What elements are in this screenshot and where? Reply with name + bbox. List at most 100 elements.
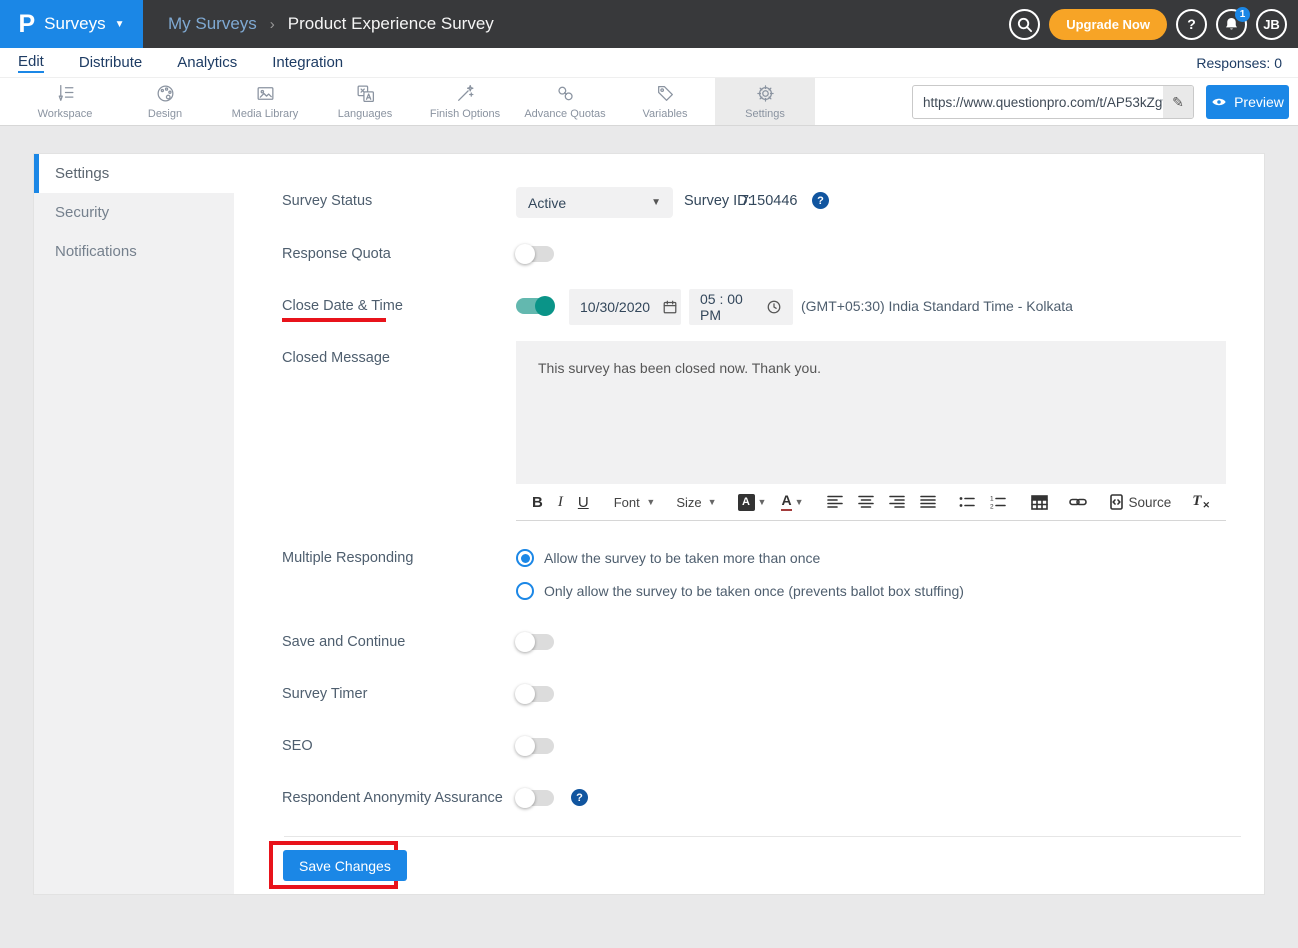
tab-analytics[interactable]: Analytics xyxy=(177,48,237,77)
help-button[interactable]: ? xyxy=(1176,9,1207,40)
text-color-icon: A xyxy=(781,493,791,510)
radio-allow-multiple[interactable] xyxy=(516,549,534,567)
survey-status-select[interactable]: Active ▼ xyxy=(516,187,673,218)
toolbar-item-settings[interactable]: Settings xyxy=(715,78,815,125)
italic-button[interactable]: I xyxy=(558,494,563,511)
align-left-button[interactable] xyxy=(827,495,843,509)
survey-status-label: Survey Status xyxy=(282,193,372,209)
edit-toolbar: Workspace Design Media Library Languages… xyxy=(0,78,1298,126)
tab-edit[interactable]: Edit xyxy=(18,48,44,77)
background-color-button[interactable]: A▼ xyxy=(738,494,767,511)
close-date-time-label: Close Date & Time xyxy=(282,298,403,314)
tab-integration[interactable]: Integration xyxy=(272,48,343,77)
survey-url-field[interactable]: https://www.questionpro.com/t/AP53kZgfo … xyxy=(912,85,1194,119)
sidebar-item-security[interactable]: Security xyxy=(34,193,234,232)
numbered-list-button[interactable]: 12 xyxy=(990,495,1006,509)
brand-menu[interactable]: P Surveys ▼ xyxy=(0,0,143,48)
toolbar-item-advance-quotas[interactable]: Advance Quotas xyxy=(515,78,615,125)
seo-label: SEO xyxy=(282,738,313,754)
sidebar-item-settings[interactable]: Settings xyxy=(34,154,234,193)
chevron-down-icon: ▼ xyxy=(651,197,661,208)
palette-icon xyxy=(155,83,176,104)
close-date-time-toggle[interactable] xyxy=(516,298,554,314)
search-icon xyxy=(1016,16,1033,33)
header-actions: Upgrade Now ? 1 JB xyxy=(1009,9,1287,40)
gear-icon xyxy=(755,83,776,104)
remove-format-icon: T✕ xyxy=(1192,493,1210,511)
breadcrumb-separator-icon: › xyxy=(270,16,275,33)
insert-link-button[interactable] xyxy=(1069,496,1087,508)
table-icon xyxy=(1031,495,1048,510)
notifications-button[interactable]: 1 xyxy=(1216,9,1247,40)
closed-message-textarea[interactable]: This survey has been closed now. Thank y… xyxy=(516,341,1226,484)
settings-panel: Settings Security Notifications Survey S… xyxy=(33,153,1265,895)
toolbar-item-media-library[interactable]: Media Library xyxy=(215,78,315,125)
tag-icon xyxy=(655,83,676,104)
toolbar-item-workspace[interactable]: Workspace xyxy=(15,78,115,125)
respondent-anonymity-label: Respondent Anonymity Assurance xyxy=(282,790,503,806)
radio-allow-multiple-label[interactable]: Allow the survey to be taken more than o… xyxy=(544,550,820,566)
underline-button[interactable]: U xyxy=(578,494,589,511)
radio-only-once-label[interactable]: Only allow the survey to be taken once (… xyxy=(544,583,964,599)
justify-button[interactable] xyxy=(920,495,936,509)
align-right-icon xyxy=(889,495,905,509)
toolbar-item-variables[interactable]: Variables xyxy=(615,78,715,125)
questionpro-logo: P xyxy=(18,12,35,37)
save-changes-button[interactable]: Save Changes xyxy=(283,850,407,881)
align-center-icon xyxy=(858,495,874,509)
chevron-down-icon: ▼ xyxy=(115,19,125,30)
wand-icon xyxy=(455,83,476,104)
chevron-down-icon: ▼ xyxy=(758,497,767,507)
pencil-icon: ✎ xyxy=(1172,94,1184,111)
save-and-continue-label: Save and Continue xyxy=(282,634,405,650)
toolbar-item-design[interactable]: Design xyxy=(115,78,215,125)
survey-timer-label: Survey Timer xyxy=(282,686,367,702)
breadcrumb-current-survey: Product Experience Survey xyxy=(288,14,494,34)
chain-icon xyxy=(555,83,576,104)
size-select[interactable]: Size▼ xyxy=(676,495,716,510)
search-button[interactable] xyxy=(1009,9,1040,40)
response-quota-toggle[interactable] xyxy=(516,246,554,262)
survey-id-value: 7150446 xyxy=(741,193,797,209)
align-right-button[interactable] xyxy=(889,495,905,509)
save-and-continue-toggle[interactable] xyxy=(516,634,554,650)
eye-icon xyxy=(1211,96,1227,108)
respondent-anonymity-toggle[interactable] xyxy=(516,790,554,806)
edit-url-button[interactable]: ✎ xyxy=(1163,86,1193,118)
annotation-underline xyxy=(282,318,386,322)
survey-timer-toggle[interactable] xyxy=(516,686,554,702)
bold-button[interactable]: B xyxy=(532,494,543,511)
survey-nav: Edit Distribute Analytics Integration Re… xyxy=(0,48,1298,78)
upgrade-now-button[interactable]: Upgrade Now xyxy=(1049,9,1167,40)
translate-icon xyxy=(355,83,376,104)
preview-button[interactable]: Preview xyxy=(1206,85,1289,119)
closed-message-editor: This survey has been closed now. Thank y… xyxy=(516,341,1226,521)
avatar[interactable]: JB xyxy=(1256,9,1287,40)
survey-url-value: https://www.questionpro.com/t/AP53kZgfo xyxy=(913,95,1163,110)
sidebar-item-notifications[interactable]: Notifications xyxy=(34,232,234,271)
source-button[interactable]: Source xyxy=(1110,494,1172,510)
radio-only-once[interactable] xyxy=(516,582,534,600)
bulleted-list-button[interactable] xyxy=(959,495,975,509)
align-center-button[interactable] xyxy=(858,495,874,509)
respondent-anonymity-help-icon[interactable]: ? xyxy=(571,789,588,806)
align-left-icon xyxy=(827,495,843,509)
editor-toolbar: B I U Font▼ Size▼ A▼ A▼ xyxy=(516,484,1226,521)
background-color-icon: A xyxy=(738,494,755,511)
close-date-field[interactable]: 10/30/2020 xyxy=(569,289,681,325)
toolbar-item-finish-options[interactable]: Finish Options xyxy=(415,78,515,125)
chevron-down-icon: ▼ xyxy=(708,497,717,507)
svg-text:1: 1 xyxy=(990,496,994,503)
chevron-down-icon: ▼ xyxy=(795,497,804,507)
breadcrumb: My Surveys › Product Experience Survey xyxy=(168,14,494,34)
remove-format-button[interactable]: T✕ xyxy=(1192,493,1210,511)
toolbar-item-languages[interactable]: Languages xyxy=(315,78,415,125)
text-color-button[interactable]: A▼ xyxy=(781,493,803,510)
insert-table-button[interactable] xyxy=(1031,495,1048,510)
font-select[interactable]: Font▼ xyxy=(614,495,656,510)
seo-toggle[interactable] xyxy=(516,738,554,754)
close-time-field[interactable]: 05 : 00 PM xyxy=(689,289,793,325)
tab-distribute[interactable]: Distribute xyxy=(79,48,142,77)
breadcrumb-my-surveys[interactable]: My Surveys xyxy=(168,14,257,34)
survey-id-help-icon[interactable]: ? xyxy=(812,192,829,209)
